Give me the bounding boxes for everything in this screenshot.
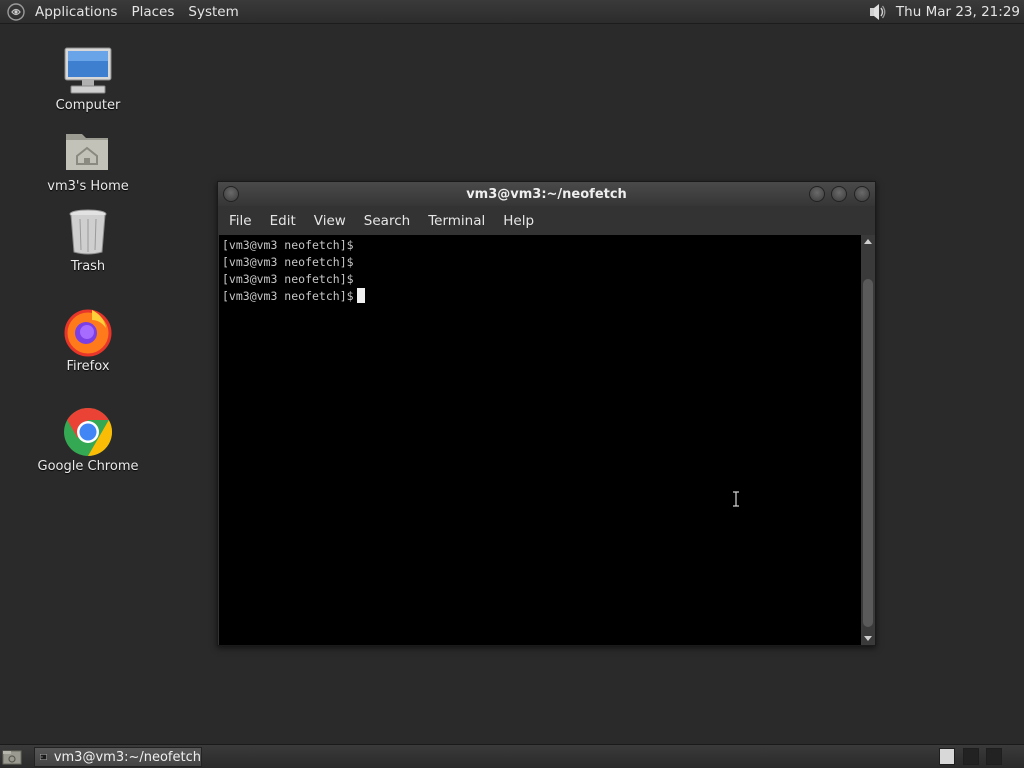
menu-file[interactable]: File <box>223 213 262 229</box>
workspace-3[interactable] <box>986 748 1002 765</box>
terminal-menubar: File Edit View Search Terminal Help <box>218 206 875 235</box>
minimize-button[interactable] <box>809 186 825 202</box>
terminal-icon <box>40 754 47 760</box>
clock[interactable]: Thu Mar 23, 21:29 <box>896 4 1024 20</box>
window-title: vm3@vm3:~/neofetch <box>466 186 627 202</box>
terminal-line: [vm3@vm3 neofetch]$ <box>222 238 354 252</box>
terminal-line: [vm3@vm3 neofetch]$ <box>222 255 354 269</box>
speaker-icon[interactable] <box>866 1 888 23</box>
desktop-icon-label: Trash <box>70 259 106 274</box>
top-panel: Applications Places System Thu Mar 23, 2… <box>0 0 1024 24</box>
menu-search[interactable]: Search <box>358 213 420 229</box>
close-button[interactable] <box>854 186 870 202</box>
desktop-icon-label: Firefox <box>66 359 110 374</box>
menu-help[interactable]: Help <box>497 213 544 229</box>
desktop-icon-firefox[interactable]: Firefox <box>28 306 148 374</box>
terminal-output[interactable]: [vm3@vm3 neofetch]$ [vm3@vm3 neofetch]$ … <box>219 235 861 645</box>
desktop-icon-label: vm3's Home <box>47 179 129 194</box>
workspace-1[interactable] <box>939 748 955 765</box>
scroll-down-icon[interactable] <box>864 636 872 641</box>
panel-tray: Thu Mar 23, 21:29 <box>866 0 1024 24</box>
scroll-up-icon[interactable] <box>864 239 872 244</box>
text-cursor <box>356 288 365 303</box>
scroll-thumb[interactable] <box>863 279 873 627</box>
firefox-icon <box>62 306 114 358</box>
show-desktop-icon[interactable] <box>2 748 22 766</box>
desktop-icon-label: Computer <box>55 98 121 113</box>
window-menu-button[interactable] <box>223 186 239 202</box>
terminal-window: vm3@vm3:~/neofetch File Edit View Search… <box>217 181 876 646</box>
terminal-line: [vm3@vm3 neofetch]$ <box>222 272 354 286</box>
desktop-icon-home[interactable]: vm3's Home <box>28 126 148 194</box>
home-folder-icon <box>62 126 114 178</box>
desktop-icon-trash[interactable]: Trash <box>28 206 148 274</box>
desktop-icon-computer[interactable]: Computer <box>28 45 148 113</box>
terminal-scrollbar[interactable] <box>861 235 875 645</box>
ibeam-cursor-icon <box>733 491 739 507</box>
mate-logo-icon[interactable] <box>4 0 28 24</box>
taskbar-label: vm3@vm3:~/neofetch <box>53 749 201 765</box>
menu-edit[interactable]: Edit <box>264 213 306 229</box>
computer-icon <box>62 45 114 97</box>
menu-terminal[interactable]: Terminal <box>422 213 495 229</box>
trash-icon <box>62 206 114 258</box>
window-titlebar[interactable]: vm3@vm3:~/neofetch <box>218 182 875 206</box>
chrome-icon <box>62 406 114 458</box>
menu-system[interactable]: System <box>181 1 245 23</box>
workspace-2[interactable] <box>963 748 979 765</box>
terminal-line: [vm3@vm3 neofetch]$ <box>222 289 354 303</box>
bottom-panel: vm3@vm3:~/neofetch <box>0 744 1024 768</box>
desktop-icon-label: Google Chrome <box>37 459 139 474</box>
maximize-button[interactable] <box>831 186 847 202</box>
menu-places[interactable]: Places <box>124 1 181 23</box>
desktop-icon-chrome[interactable]: Google Chrome <box>28 406 148 474</box>
menu-view[interactable]: View <box>308 213 356 229</box>
taskbar-terminal-button[interactable]: vm3@vm3:~/neofetch <box>34 747 202 767</box>
menu-applications[interactable]: Applications <box>28 1 124 23</box>
